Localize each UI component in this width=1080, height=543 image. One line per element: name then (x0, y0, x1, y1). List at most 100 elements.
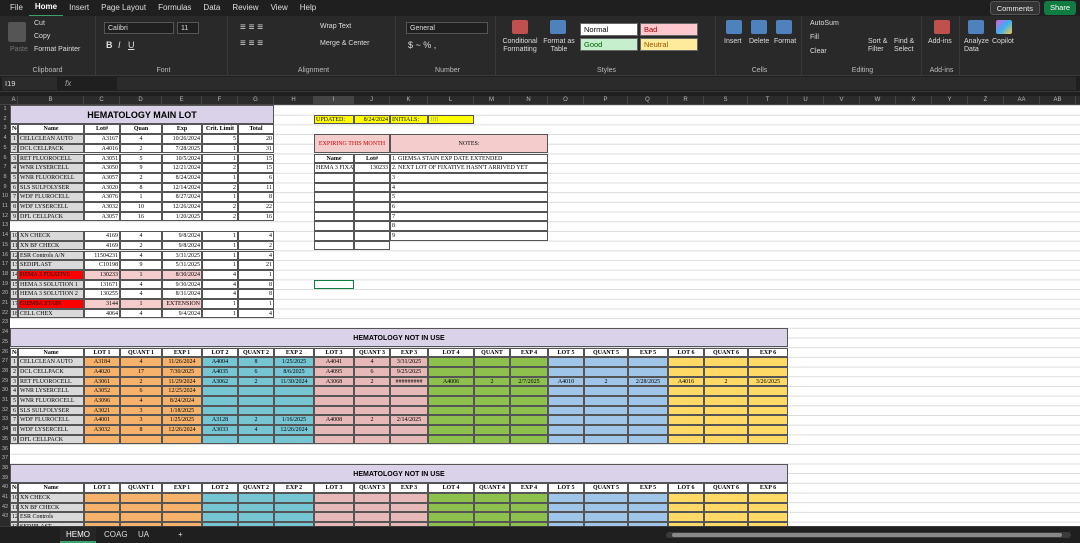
cell[interactable] (474, 512, 510, 523)
cell[interactable] (474, 386, 510, 396)
style-good[interactable]: Good (580, 38, 638, 51)
cell[interactable]: 2/7/2025 (510, 376, 548, 387)
cell[interactable]: 7/30/2025 (162, 366, 202, 377)
row-header[interactable]: 1 (0, 105, 10, 115)
updated-date[interactable]: 8/24/2024 (354, 114, 390, 125)
column-header[interactable]: QUANT 3 (354, 483, 390, 493)
row-header[interactable]: 29 (0, 377, 10, 387)
cell[interactable] (84, 512, 120, 523)
expiring-empty[interactable] (314, 221, 354, 232)
cell[interactable] (748, 396, 788, 406)
cell[interactable] (668, 386, 704, 396)
item-name[interactable]: GIEMSA STAIN (18, 299, 84, 309)
item-name[interactable]: RET FLUOROCELL (18, 376, 84, 387)
expiration[interactable]: 1/20/2025 (162, 211, 202, 222)
lot-number[interactable]: A3050 (84, 163, 120, 173)
cell[interactable] (84, 434, 120, 445)
item-name[interactable]: WNR FLUOROCELL (18, 172, 84, 183)
expiration[interactable]: 12/26/2024 (162, 202, 202, 212)
cell[interactable]: 1/16/2025 (274, 415, 314, 426)
column-header[interactable]: LOT 4 (428, 483, 474, 493)
cell[interactable]: A4010 (548, 376, 584, 387)
addins-icon[interactable] (934, 20, 950, 34)
cell[interactable]: 3/31/2025 (390, 357, 428, 367)
cell[interactable] (628, 493, 668, 503)
insert-button[interactable]: Insert (724, 38, 742, 45)
lot-number[interactable]: 3144 (84, 299, 120, 309)
menu-data[interactable]: Data (197, 0, 226, 16)
style-neutral[interactable]: Neutral (640, 38, 698, 51)
item-name[interactable]: CELLCLEAN AUTO (18, 357, 84, 367)
cell[interactable]: 3/26/2025 (748, 376, 788, 387)
item-name[interactable]: SEDIPLAST (18, 260, 84, 270)
lot-number[interactable]: A3032 (84, 202, 120, 212)
item-name[interactable]: XN CHECK (18, 231, 84, 241)
initials-label[interactable]: INITIALS: (390, 114, 428, 125)
cell[interactable] (474, 366, 510, 377)
row-header[interactable]: 3 (0, 124, 10, 134)
item-name[interactable]: SLS SULFOLYSER (18, 405, 84, 416)
expiring-empty[interactable] (314, 211, 354, 222)
cell[interactable] (584, 502, 628, 513)
expiration[interactable]: 10/26/2024 (162, 134, 202, 144)
cell[interactable]: 3 (10, 376, 18, 387)
cell[interactable] (704, 434, 748, 445)
cell[interactable] (84, 502, 120, 513)
cell[interactable]: 12 (10, 512, 18, 523)
column-header-a[interactable]: A (10, 96, 18, 105)
expiration[interactable]: 5/31/2025 (162, 260, 202, 270)
cell[interactable]: 11/29/2024 (162, 376, 202, 387)
cell[interactable] (510, 502, 548, 513)
expiration[interactable]: 8/31/2024 (162, 289, 202, 299)
add-sheet-button[interactable]: + (172, 527, 189, 543)
cell[interactable] (628, 405, 668, 416)
cell[interactable] (202, 502, 238, 513)
cell[interactable] (202, 493, 238, 503)
row-header[interactable]: 23 (0, 318, 10, 328)
cell[interactable]: A4004 (202, 357, 238, 367)
cell[interactable]: 3 (120, 415, 162, 426)
cell[interactable]: A4016 (668, 376, 704, 387)
row-header[interactable]: 31 (0, 396, 10, 406)
expiration[interactable]: 12/14/2024 (162, 182, 202, 193)
expiring-empty[interactable] (354, 192, 390, 202)
item-name[interactable]: CELLCLEAN AUTO (18, 134, 84, 144)
cell[interactable]: 4 (238, 425, 274, 435)
row-number[interactable]: 14 (10, 269, 18, 280)
expiration[interactable]: 12/21/2024 (162, 163, 202, 173)
addins-button[interactable]: Add-ins (928, 38, 952, 45)
column-header[interactable]: Exp (162, 124, 202, 135)
expiration[interactable]: 9/30/2024 (162, 279, 202, 290)
total[interactable]: 11 (238, 182, 274, 193)
column-header-d[interactable]: D (120, 96, 162, 105)
column-header-ab[interactable]: AB (1040, 96, 1076, 105)
style-bad[interactable]: Bad (640, 23, 698, 36)
cell[interactable] (584, 366, 628, 377)
item-name[interactable]: ESR Controls (18, 512, 84, 523)
cell[interactable] (274, 434, 314, 445)
cell[interactable] (668, 502, 704, 513)
cell[interactable] (584, 434, 628, 445)
row-number[interactable]: 15 (10, 279, 18, 290)
expiring-empty[interactable] (354, 182, 390, 193)
cell[interactable] (428, 512, 474, 523)
copilot-button[interactable]: Copilot (992, 38, 1014, 45)
column-header-n[interactable]: N (510, 96, 548, 105)
format-button[interactable]: Format (774, 38, 796, 45)
column-header[interactable]: LOT 3 (314, 347, 354, 358)
total[interactable]: 31 (238, 143, 274, 154)
expiration[interactable]: EXTENSION (162, 299, 202, 309)
column-header[interactable]: QUANT 2 (238, 347, 274, 358)
row-number[interactable]: 11 (10, 240, 18, 251)
cell[interactable]: ######### (390, 376, 428, 387)
row-number[interactable]: 7 (10, 192, 18, 202)
expiration[interactable]: 8/27/2024 (162, 192, 202, 202)
row-header[interactable]: 8 (0, 173, 10, 183)
cell[interactable] (314, 425, 354, 435)
cell[interactable]: 1/18/2025 (162, 405, 202, 416)
row-number[interactable]: 2 (10, 143, 18, 154)
row-header[interactable]: 15 (0, 241, 10, 251)
font-size-select[interactable]: 11 (177, 22, 199, 34)
cell[interactable] (238, 434, 274, 445)
menu-view[interactable]: View (265, 0, 294, 16)
